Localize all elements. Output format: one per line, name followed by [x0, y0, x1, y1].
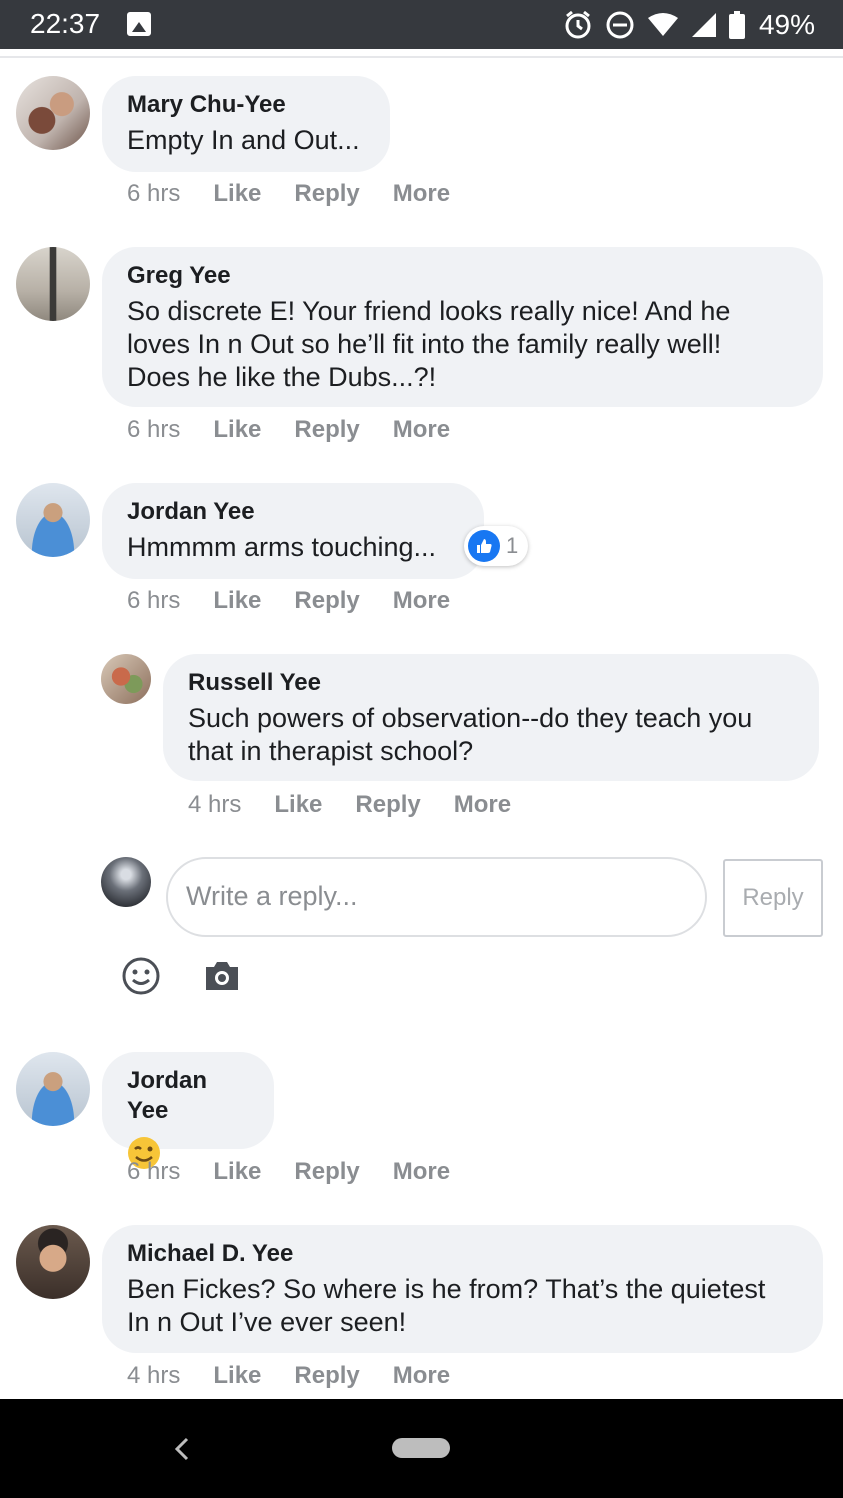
comment-bubble[interactable]: Jordan Yee [102, 1052, 274, 1169]
reaction-count: 1 [506, 533, 519, 558]
more-button[interactable]: More [454, 791, 511, 819]
home-pill[interactable] [392, 1438, 450, 1458]
like-button[interactable]: Like [213, 1158, 261, 1186]
comment-actions: 4 hrs Like Reply More [127, 1362, 483, 1390]
gallery-icon [127, 12, 151, 36]
comment-bubble[interactable]: Greg Yee So discrete E! Your friend look… [102, 247, 823, 407]
avatar [101, 857, 151, 907]
divider [0, 56, 843, 58]
comment-text: Ben Fickes? So where is he from? That’s … [127, 1273, 799, 1339]
commenter-name[interactable]: Michael D. Yee [127, 1239, 799, 1269]
more-button[interactable]: More [393, 1362, 450, 1390]
comment-actions: 6 hrs Like Reply More [127, 180, 483, 208]
comment-time[interactable]: 6 hrs [127, 180, 180, 208]
wifi-icon [647, 13, 678, 36]
commenter-name[interactable]: Jordan Yee [127, 1066, 250, 1126]
like-button[interactable]: Like [213, 416, 261, 444]
alarm-icon [565, 10, 591, 39]
comment-bubble[interactable]: Michael D. Yee Ben Fickes? So where is h… [102, 1225, 823, 1353]
reply-button[interactable]: Reply [294, 1158, 359, 1186]
status-bar: 22:37 49% [0, 0, 843, 49]
cell-signal-icon [691, 13, 716, 37]
status-icons: 49% [563, 9, 815, 41]
like-button[interactable]: Like [213, 587, 261, 615]
commenter-name[interactable]: Mary Chu-Yee [127, 90, 366, 120]
avatar[interactable] [16, 1225, 90, 1299]
comment-text: Such powers of observation--do they teac… [188, 702, 795, 768]
comment-bubble[interactable]: Mary Chu-Yee Empty In and Out... [102, 76, 390, 172]
status-time: 22:37 [30, 8, 101, 39]
back-icon[interactable] [172, 1437, 192, 1461]
do-not-disturb-icon [606, 11, 634, 39]
comment-line: loves In n Out so he’ll fit into the fam… [127, 329, 722, 359]
reply-button[interactable]: Reply [294, 587, 359, 615]
reply-button[interactable]: Reply [294, 1362, 359, 1390]
comment-text: So discrete E! Your friend looks really … [127, 295, 799, 394]
battery-icon [728, 11, 745, 39]
comment-time[interactable]: 6 hrs [127, 416, 180, 444]
comment-time[interactable]: 4 hrs [188, 791, 241, 819]
comment-line: that in therapist school? [188, 736, 474, 766]
comment-time[interactable]: 6 hrs [127, 1158, 180, 1186]
like-button[interactable]: Like [213, 1362, 261, 1390]
avatar[interactable] [16, 247, 90, 321]
comment-actions: 4 hrs Like Reply More [188, 791, 544, 819]
comment-actions: 6 hrs Like Reply More [127, 587, 483, 615]
emoji-icon[interactable] [121, 956, 161, 996]
reply-input[interactable]: Write a reply... [166, 857, 707, 937]
comment-time[interactable]: 6 hrs [127, 587, 180, 615]
comment-line: Ben Fickes? So where is he from? That’s … [127, 1274, 766, 1304]
comment-line: Does he like the Dubs...?! [127, 362, 437, 392]
like-button[interactable]: Like [274, 791, 322, 819]
comment-text: Empty In and Out... [127, 125, 360, 155]
battery-percent: 49% [758, 9, 815, 40]
comment-actions: 6 hrs Like Reply More [127, 1158, 483, 1186]
more-button[interactable]: More [393, 416, 450, 444]
avatar[interactable] [16, 76, 90, 150]
more-button[interactable]: More [393, 587, 450, 615]
comment-bubble[interactable]: Jordan Yee Hmmmm arms touching... [102, 483, 484, 579]
comment-bubble[interactable]: Russell Yee Such powers of observation--… [163, 654, 819, 781]
thumbs-up-icon [468, 530, 500, 562]
comment-line: So discrete E! Your friend looks really … [127, 296, 731, 326]
commenter-name[interactable]: Greg Yee [127, 261, 799, 291]
like-button[interactable]: Like [213, 180, 261, 208]
reply-button[interactable]: Reply [294, 180, 359, 208]
avatar[interactable] [16, 1052, 90, 1126]
avatar[interactable] [16, 483, 90, 557]
more-button[interactable]: More [393, 180, 450, 208]
reaction-summary[interactable]: 1 [464, 526, 529, 566]
more-button[interactable]: More [393, 1158, 450, 1186]
comment-time[interactable]: 4 hrs [127, 1362, 180, 1390]
avatar[interactable] [101, 654, 151, 704]
system-nav-bar [0, 1399, 843, 1498]
comment-line: In n Out I’ve ever seen! [127, 1307, 407, 1337]
reply-button[interactable]: Reply [294, 416, 359, 444]
comment-text: Hmmmm arms touching... [127, 532, 437, 562]
commenter-name[interactable]: Jordan Yee [127, 497, 460, 527]
reply-button[interactable]: Reply [355, 791, 420, 819]
commenter-name[interactable]: Russell Yee [188, 668, 795, 698]
comment-actions: 6 hrs Like Reply More [127, 416, 483, 444]
submit-reply-button[interactable]: Reply [723, 859, 823, 937]
comment-line: Such powers of observation--do they teac… [188, 703, 753, 733]
camera-icon[interactable] [203, 960, 241, 992]
